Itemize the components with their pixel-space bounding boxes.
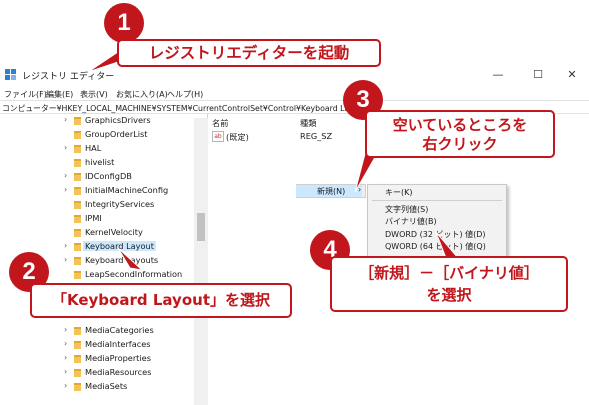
submenu-item-qword[interactable]: QWORD (64 ビット) 値(Q) xyxy=(385,241,486,252)
folder-icon xyxy=(74,243,81,251)
context-menu-new-label: 新規(N) xyxy=(317,187,346,196)
chevron-right-icon[interactable]: › xyxy=(64,381,67,390)
chevron-right-icon: › xyxy=(358,185,362,194)
tree-item-label: KernelVelocity xyxy=(85,227,143,237)
tree-item-hal[interactable]: › HAL xyxy=(0,142,200,156)
tree-item-label: GroupOrderList xyxy=(85,129,148,139)
value-type: REG_SZ xyxy=(300,131,333,141)
address-path: コンピューター¥HKEY_LOCAL_MACHINE¥SYSTEM¥Curren… xyxy=(2,104,367,113)
tree-item-label: IntegrityServices xyxy=(85,199,155,209)
submenu-item-string[interactable]: 文字列値(S) xyxy=(385,204,428,215)
scrollbar-thumb[interactable] xyxy=(197,213,205,241)
chevron-right-icon[interactable]: › xyxy=(64,241,67,250)
tree-item-label: MediaInterfaces xyxy=(85,339,151,349)
folder-icon xyxy=(74,383,81,391)
folder-icon xyxy=(74,271,81,279)
folder-icon xyxy=(74,341,81,349)
tree-item-label: LeapSecondInformation xyxy=(85,269,183,279)
menu-help[interactable]: ヘルプ(H) xyxy=(167,89,203,100)
folder-icon xyxy=(74,215,81,223)
folder-icon xyxy=(74,187,81,195)
tree-item-label: hivelist xyxy=(85,157,115,167)
close-button[interactable]: ✕ xyxy=(552,63,589,87)
folder-icon xyxy=(74,327,81,335)
step-4-callout: ［新規］－［バイナリ値］ を選択 xyxy=(330,256,568,312)
folder-icon xyxy=(74,201,81,209)
step-3-callout: 空いているところを 右クリック xyxy=(365,110,555,158)
submenu-item-binary[interactable]: バイナリ値(B) xyxy=(385,216,437,227)
tree-item-mediacategories[interactable]: › MediaCategories xyxy=(0,324,200,338)
submenu-item-key[interactable]: キー(K) xyxy=(385,187,413,198)
window-title: レジストリ エディター xyxy=(22,72,115,82)
menu-edit[interactable]: 編集(E) xyxy=(46,89,73,100)
folder-icon xyxy=(74,173,81,181)
tree-item-label: MediaCategories xyxy=(85,325,154,335)
folder-icon xyxy=(74,145,81,153)
column-header-type[interactable]: 種類 xyxy=(300,117,316,129)
folder-icon xyxy=(74,131,81,139)
tree-item-mediasets[interactable]: › MediaSets xyxy=(0,380,200,394)
tree-item-label: MediaSets xyxy=(85,381,128,391)
chevron-right-icon[interactable]: › xyxy=(64,143,67,152)
tree-item-initialmachineconfig[interactable]: › InitialMachineConfig xyxy=(0,184,200,198)
chevron-right-icon[interactable]: › xyxy=(64,171,67,180)
tree-item-mediaproperties[interactable]: › MediaProperties xyxy=(0,352,200,366)
folder-icon xyxy=(74,369,81,377)
chevron-right-icon[interactable]: › xyxy=(64,185,67,194)
menu-view[interactable]: 表示(V) xyxy=(80,89,108,100)
menu-file[interactable]: ファイル(F) xyxy=(4,89,47,100)
menu-separator xyxy=(372,200,502,201)
tree-item-idconfigdb[interactable]: › IDConfigDB xyxy=(0,170,200,184)
tree-item-integrityservices[interactable]: IntegrityServices xyxy=(0,198,200,212)
tree-item-grouporderlist[interactable]: GroupOrderList xyxy=(0,128,200,142)
tree-item-hivelist[interactable]: hivelist xyxy=(0,156,200,170)
chevron-right-icon[interactable]: › xyxy=(64,255,67,264)
tree-item-label: InitialMachineConfig xyxy=(85,185,169,195)
folder-icon xyxy=(74,355,81,363)
step-3-line1: 空いているところを xyxy=(392,116,528,134)
step-1-callout: レジストリエディターを起動 xyxy=(117,39,381,67)
tree-item-label: MediaResources xyxy=(85,367,152,377)
chevron-right-icon[interactable]: › xyxy=(64,115,67,124)
tree-item-label: MediaProperties xyxy=(85,353,151,363)
step-4-line2: を選択 xyxy=(426,286,472,304)
registry-editor-icon xyxy=(5,69,17,81)
tree-item-label: IDConfigDB xyxy=(85,171,132,181)
tree-item-label: Keyboard Layouts xyxy=(85,255,159,265)
step-badge-1: 1 xyxy=(104,3,144,43)
folder-icon xyxy=(74,117,81,125)
tree-item-mediainterfaces[interactable]: › MediaInterfaces xyxy=(0,338,200,352)
step-4-line1: ［新規］－［バイナリ値］ xyxy=(359,264,539,282)
folder-icon xyxy=(74,159,81,167)
tree-scrollbar[interactable] xyxy=(194,118,208,405)
menu-bar: ファイル(F) 編集(E) 表示(V) お気に入り(A) ヘルプ(H) xyxy=(0,87,589,101)
tree-item-graphicsdrivers[interactable]: › GraphicsDrivers xyxy=(0,114,200,128)
menu-favorites[interactable]: お気に入り(A) xyxy=(116,89,168,100)
step-3-line2: 右クリック xyxy=(422,135,498,153)
string-value-icon: ab xyxy=(212,131,224,142)
tree-item-label: HAL xyxy=(85,143,102,153)
chevron-right-icon[interactable]: › xyxy=(64,353,67,362)
chevron-right-icon[interactable]: › xyxy=(64,325,67,334)
tree-item-label: IPMI xyxy=(85,213,102,223)
folder-icon xyxy=(74,229,81,237)
chevron-right-icon[interactable]: › xyxy=(64,367,67,376)
minimize-button[interactable]: — xyxy=(478,63,518,87)
registry-editor-tutorial: レジストリ エディター — ☐ ✕ ファイル(F) 編集(E) 表示(V) お気… xyxy=(0,0,589,405)
folder-icon xyxy=(74,257,81,265)
step-2-callout: 「Keyboard Layout」を選択 xyxy=(30,283,292,318)
tree-item-kernelvelocity[interactable]: KernelVelocity xyxy=(0,226,200,240)
tree-item-label: GraphicsDrivers xyxy=(85,115,151,125)
chevron-right-icon[interactable]: › xyxy=(64,339,67,348)
value-name[interactable]: (既定) xyxy=(226,131,249,143)
column-header-name[interactable]: 名前 xyxy=(212,117,228,129)
tree-item-ipmi[interactable]: IPMI xyxy=(0,212,200,226)
tree-item-mediaresources[interactable]: › MediaResources xyxy=(0,366,200,380)
submenu-item-dword[interactable]: DWORD (32 ビット) 値(D) xyxy=(385,229,486,240)
tree-item-label: Keyboard Layout xyxy=(83,241,156,251)
